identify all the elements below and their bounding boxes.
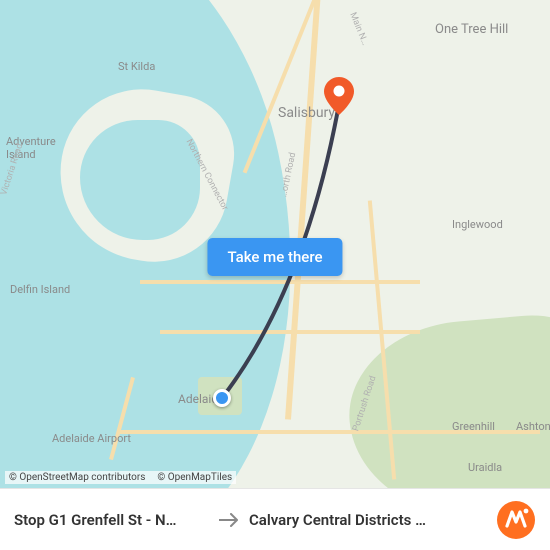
- inlet-shape: [80, 120, 200, 240]
- route-from-label: Stop G1 Grenfell St - N…: [14, 511, 209, 529]
- map-canvas[interactable]: One Tree Hill St Kilda Adventure Island …: [0, 0, 550, 550]
- app-root: One Tree Hill St Kilda Adventure Island …: [0, 0, 550, 550]
- arrow-right-icon: [219, 513, 239, 527]
- road-label-main-north: Main N…: [347, 11, 369, 47]
- map-attribution: © OpenStreetMap contributors © OpenMapTi…: [5, 471, 236, 484]
- route-summary-bar[interactable]: Stop G1 Grenfell St - N… Calvary Central…: [0, 488, 550, 550]
- take-me-there-button[interactable]: Take me there: [207, 238, 342, 276]
- origin-marker: [213, 389, 231, 407]
- route-to-label: Calvary Central Districts …: [249, 511, 486, 529]
- road-stroke: [120, 430, 540, 434]
- attribution-osm[interactable]: © OpenStreetMap contributors: [9, 472, 145, 483]
- destination-marker-icon: [324, 77, 354, 107]
- place-label-inglewood: Inglewood: [452, 218, 503, 231]
- attribution-openmaptiles[interactable]: © OpenMapTiles: [157, 472, 232, 483]
- moovit-logo-icon[interactable]: [496, 500, 536, 540]
- place-label-one-tree-hill: One Tree Hill: [435, 22, 508, 37]
